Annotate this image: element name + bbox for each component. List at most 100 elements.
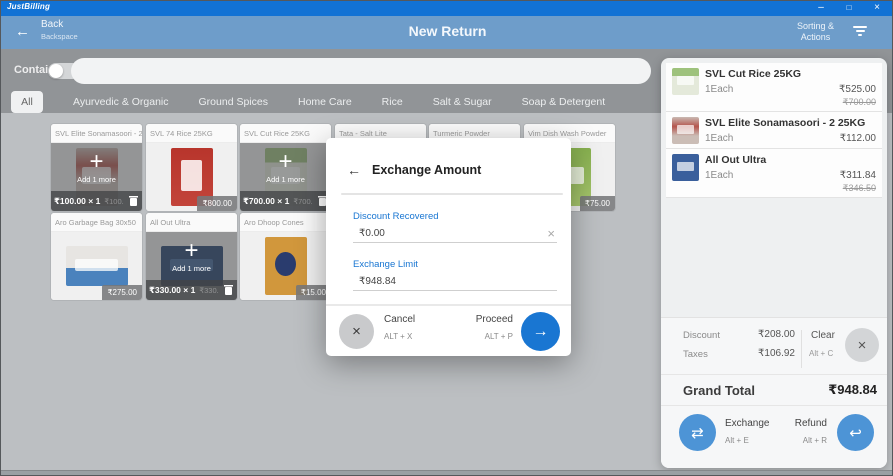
proceed-button[interactable]: → (521, 312, 560, 351)
discount-recovered-field: Discount Recovered ₹0.00 × (353, 211, 557, 243)
category-tabs: All Ayurvedic & Organic Ground Spices Ho… (11, 91, 664, 113)
search-input[interactable] (71, 58, 651, 84)
tab-ayurvedic-organic[interactable]: Ayurvedic & Organic (73, 96, 169, 108)
cart-items-list: SVL Cut Rice 25KG 1Each ₹525.00 ₹700.00 … (661, 58, 887, 198)
trash-icon[interactable] (128, 195, 139, 207)
product-tile[interactable]: SVL Elite Sonamasoori - 2 + Add 1 more ₹… (51, 124, 142, 211)
clear-field-icon[interactable]: × (547, 229, 555, 239)
cart-line-bar: ₹330.00 × 1 ₹330.00 (146, 280, 237, 300)
price-badge: ₹275.00 (102, 285, 142, 300)
plus-icon: + (240, 149, 331, 175)
app-window: JustBilling – □ × ← Back Backspace New R… (0, 0, 893, 476)
product-name: Aro Dhoop Cones (240, 213, 331, 232)
cart-item-name: All Out Ultra (705, 154, 876, 166)
add-more-label: Add 1 more (146, 264, 237, 273)
cart-panel: SVL Cut Rice 25KG 1Each ₹525.00 ₹700.00 … (661, 58, 887, 468)
tab-soap-detergent[interactable]: Soap & Detergent (522, 96, 605, 108)
exchange-labels: Exchange Alt + E (725, 418, 769, 445)
ghost-price: ₹700.00 (293, 197, 313, 206)
product-tile[interactable]: Aro Dhoop Cones ₹15.00 (240, 213, 331, 300)
cart-summary: Discount ₹208.00 Taxes ₹106.92 Clear Alt… (661, 317, 887, 468)
cart-item-old-price: ₹700.00 (705, 97, 876, 107)
title-bar: JustBilling – □ × (1, 1, 893, 16)
dialog-title: Exchange Amount (372, 163, 481, 177)
cancel-button[interactable]: × (339, 314, 374, 349)
cart-item-qty: 1Each (705, 170, 733, 181)
grand-total-value: ₹948.84 (828, 382, 877, 398)
price-badge: ₹800.00 (197, 196, 237, 211)
cart-item-row[interactable]: All Out Ultra 1Each ₹311.84 ₹346.50 (666, 149, 882, 198)
discount-value: ₹208.00 (758, 329, 795, 340)
refund-button[interactable]: ↩ (837, 414, 874, 451)
tab-salt-sugar[interactable]: Salt & Sugar (433, 96, 492, 108)
dialog-footer: × Cancel ALT + X Proceed ALT + P → (326, 304, 571, 356)
app-logo: JustBilling (7, 2, 50, 11)
product-tile[interactable]: SVL 74 Rice 25KG ₹800.00 (146, 124, 237, 211)
tab-all[interactable]: All (11, 91, 43, 113)
cart-item-name: SVL Cut Rice 25KG (705, 68, 876, 80)
product-thumbnail (672, 68, 699, 95)
ghost-price: ₹100.00 (104, 197, 124, 206)
exchange-shortcut: Alt + E (725, 436, 769, 445)
tab-rice[interactable]: Rice (382, 96, 403, 108)
minimize-button[interactable]: – (808, 1, 834, 16)
taxes-value: ₹106.92 (758, 348, 795, 359)
cart-item-row[interactable]: SVL Cut Rice 25KG 1Each ₹525.00 ₹700.00 (666, 63, 882, 112)
sorting-actions-button[interactable]: Sorting & Actions (797, 21, 834, 43)
product-thumbnail (672, 154, 699, 181)
cart-item-qty: 1Each (705, 133, 733, 144)
refund-label: Refund (795, 418, 827, 429)
cart-line: ₹100.00 × 1 (54, 196, 100, 207)
cart-item-price: ₹311.84 (840, 170, 876, 181)
clear-label: Clear (811, 330, 835, 341)
add-more-label: Add 1 more (51, 175, 142, 184)
exchange-icon: ⇄ (691, 424, 704, 442)
close-button[interactable]: × (864, 1, 890, 16)
maximize-button[interactable]: □ (836, 1, 862, 16)
cart-line-bar: ₹100.00 × 1 ₹100.00 (51, 191, 142, 211)
exchange-limit-label: Exchange Limit (353, 259, 557, 270)
refund-icon: ↩ (849, 424, 862, 442)
window-bottom-edge (1, 470, 893, 475)
tab-ground-spices[interactable]: Ground Spices (199, 96, 268, 108)
proceed-arrow-icon: → (533, 323, 549, 341)
product-tile[interactable]: SVL Cut Rice 25KG + Add 1 more ₹700.00 ×… (240, 124, 331, 211)
cart-item-row[interactable]: SVL Elite Sonamasoori - 2 25KG 1Each ₹11… (666, 112, 882, 149)
product-tile[interactable]: All Out Ultra + Add 1 more ₹330.00 × 1 ₹… (146, 213, 237, 300)
cancel-label: Cancel (384, 314, 415, 325)
cart-line: ₹330.00 × 1 (149, 285, 195, 296)
cart-item-price: ₹112.00 (840, 133, 876, 144)
dialog-back-icon[interactable]: ← (347, 162, 361, 178)
discount-recovered-input[interactable]: ₹0.00 (359, 228, 547, 239)
cancel-x-icon: × (352, 323, 361, 340)
price-badge: ₹75.00 (580, 196, 615, 211)
filter-icon[interactable] (852, 26, 868, 38)
toggle-knob (49, 64, 63, 78)
refund-labels: Refund Alt + R (795, 418, 827, 445)
refund-shortcut: Alt + R (795, 436, 827, 445)
tab-home-care[interactable]: Home Care (298, 96, 352, 108)
dialog-divider (341, 193, 563, 195)
proceed-label: Proceed (476, 314, 513, 325)
product-name: SVL 74 Rice 25KG (146, 124, 237, 143)
page-header: ← Back Backspace New Return Sorting & Ac… (1, 16, 893, 49)
cart-item-name: SVL Elite Sonamasoori - 2 25KG (705, 117, 876, 129)
product-name: Aro Garbage Bag 30x50 (51, 213, 142, 232)
clear-button[interactable]: × (845, 328, 879, 362)
cancel-shortcut: ALT + X (384, 332, 415, 341)
ghost-price: ₹330.00 (199, 286, 219, 295)
page-title: New Return (1, 23, 893, 39)
plus-icon: + (146, 238, 237, 264)
cart-item-price: ₹525.00 (839, 84, 876, 95)
product-tile[interactable]: Aro Garbage Bag 30x50 ₹275.00 (51, 213, 142, 300)
trash-icon[interactable] (223, 284, 234, 296)
summary-divider (801, 330, 802, 368)
exchange-label: Exchange (725, 418, 769, 429)
exchange-button[interactable]: ⇄ (679, 414, 716, 451)
exchange-amount-dialog: ← Exchange Amount Discount Recovered ₹0.… (326, 138, 571, 356)
cancel-labels: Cancel ALT + X (384, 314, 415, 341)
product-thumbnail (672, 117, 699, 144)
product-name: SVL Elite Sonamasoori - 2 (51, 124, 142, 143)
grand-total-row: Grand Total ₹948.84 (661, 374, 887, 406)
exchange-limit-value: ₹948.84 (359, 276, 555, 287)
